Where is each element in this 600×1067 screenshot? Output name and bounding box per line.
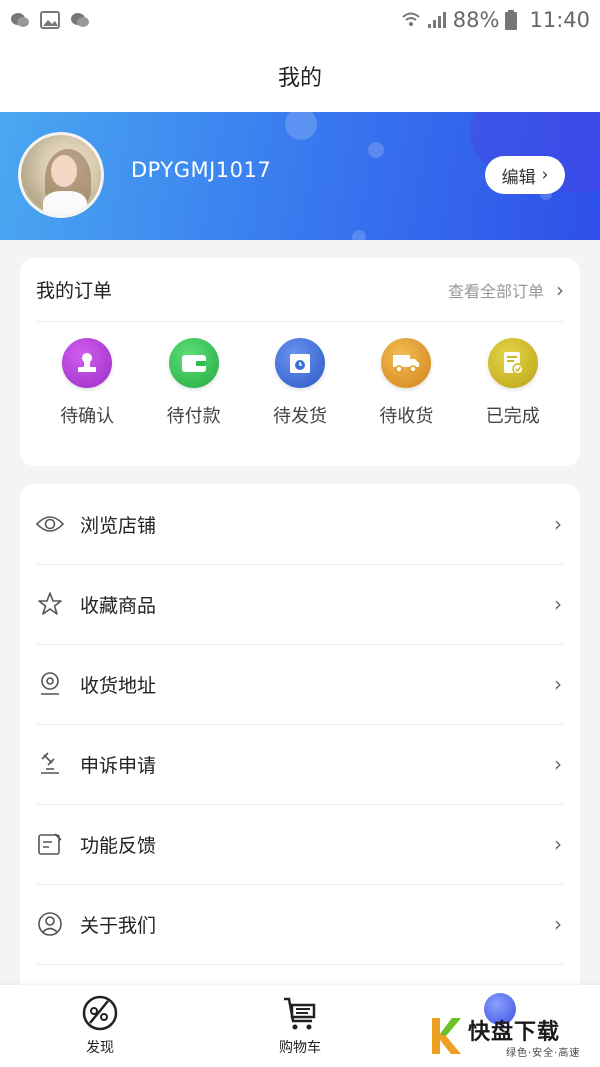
menu-item-label: 收藏商品 [80,594,157,617]
nav-cart[interactable]: 购物车 [240,993,360,1057]
menu-item-label: 关于我们 [80,914,157,937]
menu-item-label: 申诉申请 [80,754,157,777]
view-all-orders-link[interactable]: 查看全部订单 › [448,278,564,302]
decor-bubble [352,230,366,240]
decor-bubble [285,112,317,140]
truck-icon [381,338,432,388]
menu-item-browse-shops[interactable]: 浏览店铺 › [36,484,564,565]
view-all-label: 查看全部订单 [447,281,544,301]
clock: 11:40 [529,8,590,32]
location-pin-icon [36,670,64,698]
eye-icon [36,510,64,538]
order-status-completed[interactable]: 已完成 [463,338,563,428]
menu-item-label: 功能反馈 [80,834,157,857]
username: DPYGMJ1017 [131,158,272,182]
orders-card: 我的订单 查看全部订单 › 待确认 待付款 待发货 待收货 已完成 [20,258,580,466]
page-title: 我的 [277,66,322,91]
order-status-pending-payment[interactable]: 待付款 [144,338,244,428]
chevron-right-icon: › [556,277,564,302]
logo-k-icon [432,1018,461,1054]
chevron-right-icon: › [554,832,562,856]
order-status-label: 待确认 [60,406,115,427]
menu-item-feedback[interactable]: 功能反馈 › [36,804,564,885]
order-status-pending-shipment[interactable]: 待发货 [250,338,350,428]
menu-item-about-us[interactable]: 关于我们 › [36,884,564,965]
order-status-pending-confirm[interactable]: 待确认 [37,338,137,428]
chevron-right-icon: › [554,512,562,536]
image-icon [40,11,60,29]
star-icon [36,590,64,618]
menu-item-appeals[interactable]: 申诉申请 › [36,724,564,805]
orders-header: 我的订单 查看全部订单 › [36,258,564,322]
wifi-icon [402,12,420,26]
order-status-label: 待发货 [272,406,327,427]
menu-item-label: 收货地址 [80,674,157,697]
battery-icon [505,10,518,30]
wechat-icon-2 [71,13,89,27]
chevron-right-icon: › [554,912,562,936]
watermark-title: 快盘下载 [468,1020,561,1045]
edit-label: 编辑 [501,167,536,188]
order-status-label: 待付款 [166,406,221,427]
menu-item-label: 浏览店铺 [80,514,157,537]
gavel-icon [36,750,64,778]
cart-icon [284,997,316,1030]
order-status-label: 已完成 [485,406,540,427]
nav-discover[interactable]: 发现 [40,993,160,1057]
menu-item-addresses[interactable]: 收货地址 › [36,644,564,725]
orders-title: 我的订单 [36,280,113,302]
wallet-icon [168,338,219,388]
package-clock-icon [274,338,325,388]
wechat-icon [11,13,29,27]
chevron-right-icon: › [554,592,562,616]
stamp-icon [62,338,113,388]
chevron-right-icon: › [554,672,562,696]
notification-icons [10,11,90,29]
nav-label: 购物车 [279,1040,321,1056]
watermark-subtitle: 绿色·安全·高速 [506,1048,581,1059]
edit-note-icon [36,830,64,858]
edit-profile-button[interactable]: 编辑 › [485,156,565,194]
menu-card: 浏览店铺 › 收藏商品 › 收货地址 › 申诉申请 › 功能反馈 › 关于我们 … [20,484,580,1004]
compass-icon [82,995,118,1031]
nav-label: 发现 [86,1040,114,1056]
watermark-logo: 快盘下载 绿色·安全·高速 [428,1012,598,1064]
user-circle-icon [36,910,64,938]
chevron-right-icon: › [554,752,562,776]
signal-icon [427,12,446,28]
profile-banner: DPYGMJ1017 编辑 › [0,112,600,240]
title-bar: 我的 [0,40,600,112]
decor-bubble [368,142,384,158]
status-bar: 88% 11:40 [0,0,600,40]
battery-percent: 88% [452,8,500,32]
menu-item-favorites[interactable]: 收藏商品 › [36,564,564,645]
order-status-pending-receipt[interactable]: 待收货 [356,338,456,428]
chevron-right-icon: › [541,165,549,185]
avatar[interactable] [18,132,104,218]
order-status-label: 待收货 [379,406,434,427]
document-check-icon [487,338,538,388]
